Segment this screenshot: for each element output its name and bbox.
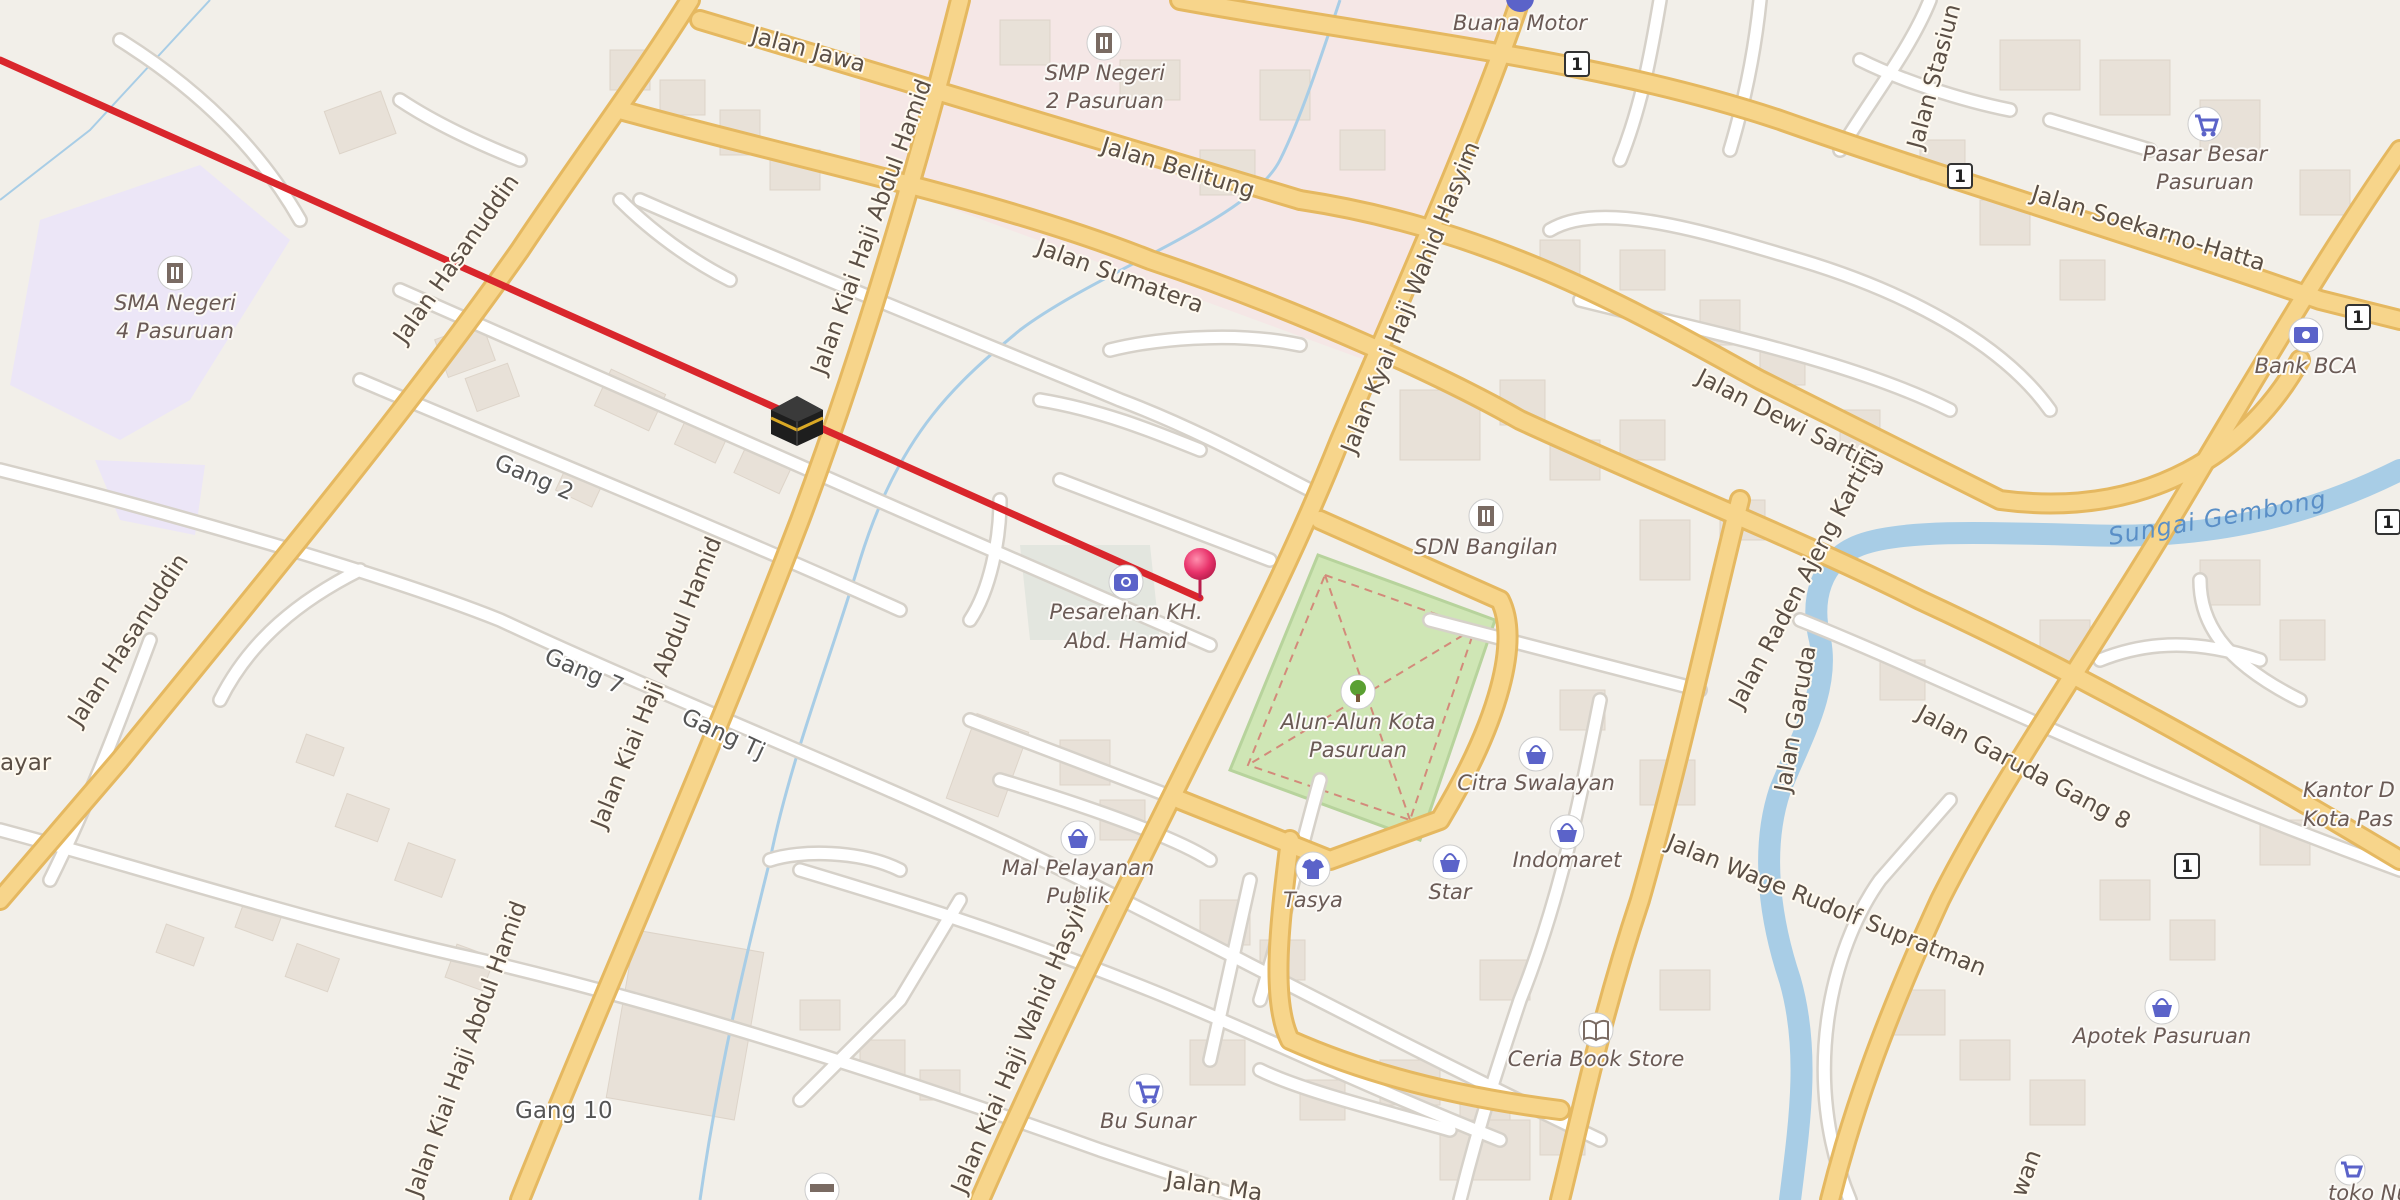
svg-text:Indomaret: Indomaret	[1513, 848, 1623, 872]
map-view[interactable]: Jalan Jawa Jalan Belitung Jalan Sumatera…	[0, 0, 2400, 1200]
svg-text:Pasar Besar: Pasar Besar	[2143, 142, 2269, 166]
clothes-icon	[1295, 851, 1331, 887]
svg-text:1: 1	[2382, 513, 2394, 533]
svg-text:Kota Pas: Kota Pas	[2303, 807, 2393, 831]
svg-text:Citra Swalayan: Citra Swalayan	[1457, 771, 1615, 795]
svg-text:Star: Star	[1428, 880, 1472, 904]
bank-icon	[2288, 317, 2324, 353]
route-shield: 1	[1947, 163, 1973, 189]
shopping-basket-icon	[1432, 844, 1468, 880]
school-icon	[157, 255, 193, 291]
svg-text:Abd. Hamid: Abd. Hamid	[1063, 629, 1188, 653]
svg-text:toko Nusa D: toko Nusa D	[2328, 1181, 2400, 1200]
poi-toko-nusa[interactable]: toko Nusa D	[2326, 1154, 2400, 1200]
tree-icon	[1340, 674, 1376, 710]
svg-text:Tasya: Tasya	[1283, 888, 1343, 912]
poi-star[interactable]: Star	[1426, 844, 1475, 906]
bed-icon[interactable]	[804, 1172, 840, 1200]
svg-text:SMA Negeri: SMA Negeri	[114, 291, 236, 315]
svg-text:Pesarehan KH.: Pesarehan KH.	[1049, 600, 1202, 624]
shopping-basket-icon	[1060, 820, 1096, 856]
shopping-basket-icon	[1518, 736, 1554, 772]
shopping-basket-icon	[1549, 814, 1585, 850]
route-shield: 1	[2345, 304, 2371, 330]
svg-text:Pasuruan: Pasuruan	[2156, 170, 2254, 194]
svg-text:SMP Negeri: SMP Negeri	[1045, 61, 1165, 85]
shopping-basket-icon	[2144, 989, 2180, 1025]
road-label: Jalan Jawa	[747, 22, 869, 78]
road-label: wan	[2006, 1147, 2047, 1200]
svg-text:Apotek Pasuruan: Apotek Pasuruan	[2071, 1024, 2251, 1048]
school-icon	[1468, 498, 1504, 534]
minor-road-label: Gang 10	[515, 1098, 613, 1124]
route-shield: 1	[1564, 51, 1590, 77]
svg-text:Buana Motor: Buana Motor	[1453, 11, 1588, 35]
svg-text:SDN Bangilan: SDN Bangilan	[1414, 535, 1558, 559]
shopping-cart-icon	[2187, 106, 2223, 142]
svg-text:Ceria Book Store: Ceria Book Store	[1508, 1047, 1685, 1071]
book-icon	[1578, 1012, 1614, 1048]
school-icon	[1086, 25, 1122, 61]
svg-text:Alun-Alun Kota: Alun-Alun Kota	[1279, 710, 1436, 734]
svg-text:1: 1	[1571, 55, 1583, 75]
route-shield: 1	[2375, 509, 2400, 535]
kaaba-icon[interactable]	[770, 396, 824, 446]
shopping-cart-icon	[1128, 1073, 1164, 1109]
svg-text:Publik: Publik	[1046, 884, 1110, 908]
road-label: Jalan Kiai Haji Wahid Hasyim	[946, 885, 1099, 1199]
poi-indomaret[interactable]: Indomaret	[1511, 814, 1624, 874]
svg-text:1: 1	[2352, 308, 2364, 328]
stream-small	[0, 0, 211, 201]
camera-icon	[1108, 564, 1144, 600]
road-label: ayar	[0, 750, 52, 776]
svg-text:Mal Pelayanan: Mal Pelayanan	[1002, 856, 1155, 880]
svg-text:Bu Sunar: Bu Sunar	[1100, 1109, 1197, 1133]
route-shield: 1	[2174, 853, 2200, 879]
svg-text:Kantor D: Kantor D	[2303, 778, 2395, 802]
svg-text:1: 1	[2181, 857, 2193, 877]
poi-apotek[interactable]: Apotek Pasuruan	[2069, 989, 2253, 1050]
poi-bu-sunar[interactable]: Bu Sunar	[1098, 1073, 1199, 1135]
svg-text:4 Pasuruan: 4 Pasuruan	[116, 319, 234, 343]
svg-text:2 Pasuruan: 2 Pasuruan	[1046, 89, 1164, 113]
svg-text:Pasuruan: Pasuruan	[1309, 738, 1407, 762]
poi-sdn-bangilan[interactable]: SDN Bangilan	[1412, 498, 1560, 561]
road-label: Jalan Ma	[1162, 1167, 1264, 1200]
svg-text:1: 1	[1954, 167, 1966, 187]
map-canvas: Jalan Jawa Jalan Belitung Jalan Sumatera…	[0, 0, 2400, 1200]
poi-ceria-book-store[interactable]: Ceria Book Store	[1506, 1012, 1686, 1073]
svg-text:Bank BCA: Bank BCA	[2255, 354, 2358, 378]
